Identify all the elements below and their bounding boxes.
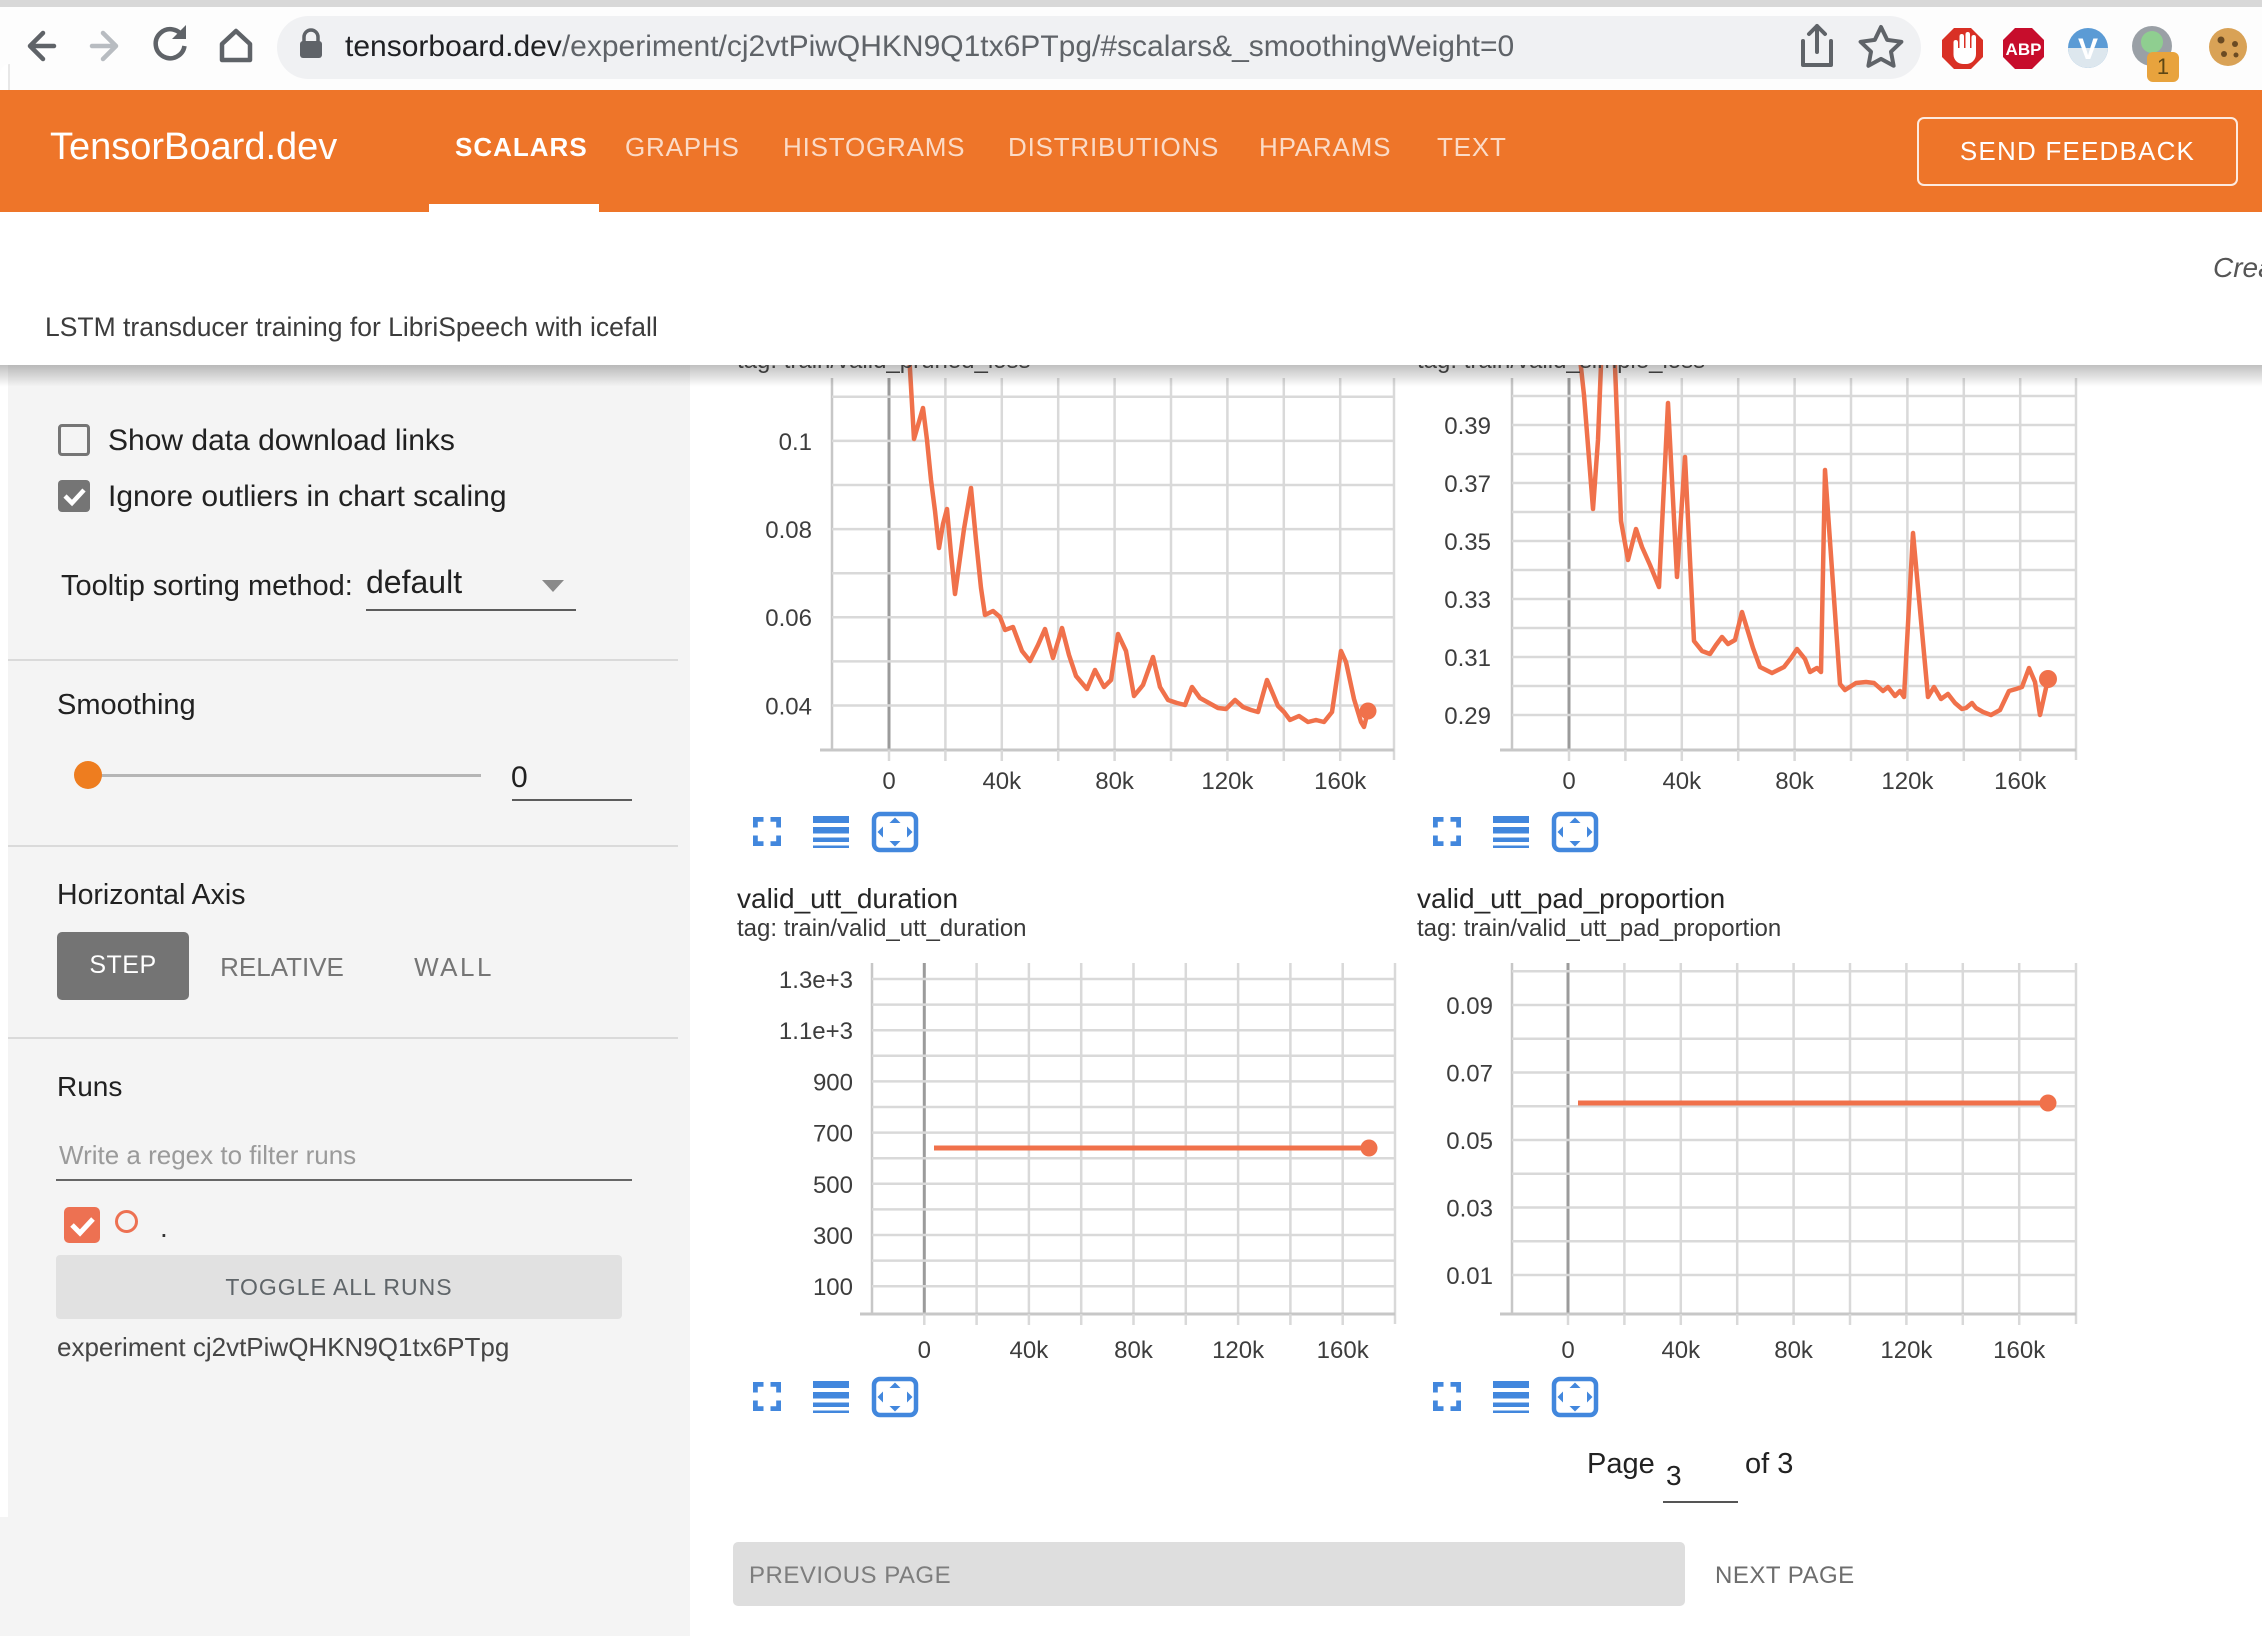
svg-text:0.31: 0.31	[1444, 645, 1491, 672]
svg-text:0.07: 0.07	[1446, 1061, 1493, 1088]
svg-text:80k: 80k	[1114, 1337, 1154, 1364]
svg-text:0: 0	[918, 1337, 931, 1364]
svg-text:1.1e+3: 1.1e+3	[779, 1018, 853, 1045]
svg-text:160k: 160k	[1994, 768, 2047, 795]
svg-text:0.39: 0.39	[1444, 413, 1491, 440]
svg-text:40k: 40k	[1010, 1337, 1050, 1364]
svg-text:0: 0	[1562, 768, 1575, 795]
svg-text:40k: 40k	[1661, 1337, 1701, 1364]
svg-text:0.1: 0.1	[779, 429, 812, 456]
svg-text:0: 0	[1561, 1337, 1574, 1364]
svg-text:160k: 160k	[1993, 1337, 2046, 1364]
svg-text:80k: 80k	[1095, 768, 1135, 795]
svg-text:0: 0	[882, 768, 895, 795]
svg-text:0.06: 0.06	[765, 605, 812, 632]
svg-text:80k: 80k	[1775, 768, 1815, 795]
svg-text:120k: 120k	[1880, 1337, 1933, 1364]
svg-text:80k: 80k	[1774, 1337, 1814, 1364]
svg-text:0.09: 0.09	[1446, 993, 1493, 1020]
svg-text:120k: 120k	[1881, 768, 1934, 795]
svg-text:0.08: 0.08	[765, 517, 812, 544]
svg-text:40k: 40k	[982, 768, 1022, 795]
svg-text:0.35: 0.35	[1444, 529, 1491, 556]
svg-text:0.01: 0.01	[1446, 1263, 1493, 1290]
svg-text:120k: 120k	[1212, 1337, 1265, 1364]
svg-text:160k: 160k	[1317, 1337, 1370, 1364]
svg-text:700: 700	[813, 1121, 853, 1148]
svg-text:0.37: 0.37	[1444, 471, 1491, 498]
svg-text:100: 100	[813, 1274, 853, 1301]
svg-text:900: 900	[813, 1069, 853, 1096]
svg-text:0.03: 0.03	[1446, 1196, 1493, 1223]
svg-text:0.04: 0.04	[765, 694, 812, 721]
svg-text:160k: 160k	[1314, 768, 1367, 795]
svg-text:0.05: 0.05	[1446, 1128, 1493, 1155]
svg-text:0.33: 0.33	[1444, 587, 1491, 614]
svg-text:0.29: 0.29	[1444, 703, 1491, 730]
svg-text:1.3e+3: 1.3e+3	[779, 967, 853, 994]
svg-text:500: 500	[813, 1172, 853, 1199]
svg-text:40k: 40k	[1662, 768, 1702, 795]
svg-text:300: 300	[813, 1223, 853, 1250]
svg-text:120k: 120k	[1201, 768, 1254, 795]
